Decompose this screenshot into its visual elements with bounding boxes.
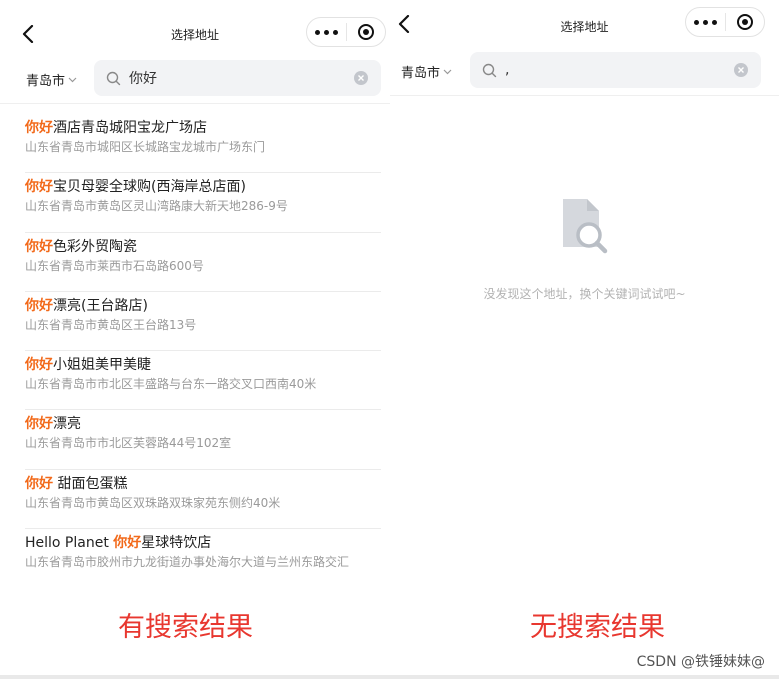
result-name: 你好漂亮(王台路店) <box>25 297 148 314</box>
keyword-highlight: 你好 <box>25 475 53 492</box>
result-name: 你好宝贝母婴全球购(西海岸总店面) <box>25 179 246 196</box>
caption-empty-results: 无搜索结果 <box>530 612 665 643</box>
keyword-highlight: 你好 <box>25 357 53 374</box>
city-label: 青岛市 <box>26 74 66 89</box>
city-label: 青岛市 <box>401 66 441 81</box>
result-name: 你好酒店青岛城阳宝龙广场店 <box>25 120 207 136</box>
result-list: 你好酒店青岛城阳宝龙广场店 山东省青岛市城阳区长城路宝龙城市广场东门 你好宝贝母… <box>25 114 381 588</box>
capsule-menu <box>306 17 386 47</box>
result-address: 山东省青岛市市北区丰盛路与台东一路交叉口西南40米 <box>25 377 317 392</box>
list-item[interactable]: 你好漂亮 山东省青岛市市北区芙蓉路44号102室 <box>25 410 381 470</box>
empty-state <box>390 195 779 261</box>
capsule-menu <box>685 7 765 37</box>
keyword-highlight: 你好 <box>25 120 53 136</box>
result-address: 山东省青岛市黄岛区双珠路双珠家苑东侧约40米 <box>25 495 281 510</box>
keyword-highlight: 你好 <box>25 238 53 255</box>
keyword-highlight: 你好 <box>113 535 142 552</box>
city-select[interactable]: 青岛市 <box>401 62 452 81</box>
list-item[interactable]: 你好酒店青岛城阳宝龙广场店 山东省青岛市城阳区长城路宝龙城市广场东门 <box>25 114 381 174</box>
result-name: 你好色彩外贸陶瓷 <box>25 238 137 255</box>
search-bar[interactable] <box>94 60 381 96</box>
result-address: 山东省青岛市黄岛区王台路13号 <box>25 317 197 332</box>
city-select[interactable]: 青岛市 <box>26 70 77 89</box>
document-search-icon <box>557 195 613 261</box>
list-item[interactable]: 你好小姐姐美甲美睫 山东省青岛市市北区丰盛路与台东一路交叉口西南40米 <box>25 351 381 411</box>
search-input[interactable] <box>129 70 329 86</box>
search-divider <box>390 95 779 96</box>
list-item[interactable]: 你好宝贝母婴全球购(西海岸总店面) 山东省青岛市黄岛区灵山湾路康大新天地286-… <box>25 173 381 233</box>
watermark: CSDN @铁锤妹妹@ <box>636 654 765 670</box>
result-name: 你好 甜面包蛋糕 <box>25 475 128 492</box>
keyword-highlight: 你好 <box>25 297 53 314</box>
panel-empty-results: 选择地址 青岛市 , 没发现这个地址，换个关键词试试吧~ <box>390 0 779 600</box>
search-icon <box>482 63 497 78</box>
caption-with-results: 有搜索结果 <box>118 612 253 643</box>
list-item[interactable]: 你好 甜面包蛋糕 山东省青岛市黄岛区双珠路双珠家苑东侧约40米 <box>25 470 381 530</box>
result-address: 山东省青岛市市北区芙蓉路44号102室 <box>25 436 232 451</box>
search-input[interactable] <box>505 62 705 78</box>
search-bar[interactable] <box>470 52 761 88</box>
list-item[interactable]: 你好漂亮(王台路店) 山东省青岛市黄岛区王台路13号 <box>25 292 381 352</box>
more-icon[interactable] <box>307 18 346 46</box>
result-name: 你好漂亮 <box>25 416 81 433</box>
keyword-highlight: 你好 <box>25 416 53 433</box>
bottom-bar <box>0 675 779 679</box>
chevron-down-icon <box>68 77 77 83</box>
list-item[interactable]: 你好色彩外贸陶瓷 山东省青岛市莱西市石岛路600号 <box>25 233 381 292</box>
navbar: 选择地址 <box>0 12 390 58</box>
target-icon[interactable] <box>347 18 385 46</box>
search-row: 青岛市 <box>390 52 779 88</box>
result-name: Hello Planet 你好星球特饮店 <box>25 535 212 552</box>
more-icon[interactable] <box>686 8 725 36</box>
search-row: 青岛市 <box>0 60 390 96</box>
result-address: 山东省青岛市黄岛区灵山湾路康大新天地286-9号 <box>25 199 288 214</box>
chevron-down-icon <box>443 69 452 75</box>
result-address: 山东省青岛市胶州市九龙街道办事处海尔大道与兰州东路交汇 <box>25 555 350 570</box>
keyword-highlight: 你好 <box>25 179 53 196</box>
clear-icon[interactable] <box>734 63 748 77</box>
search-icon <box>106 71 121 86</box>
empty-message: 没发现这个地址，换个关键词试试吧~ <box>483 287 686 301</box>
result-address: 山东省青岛市城阳区长城路宝龙城市广场东门 <box>25 140 266 154</box>
clear-icon[interactable] <box>354 71 368 85</box>
search-divider <box>0 103 390 104</box>
list-item[interactable]: Hello Planet 你好星球特饮店 山东省青岛市胶州市九龙街道办事处海尔大… <box>25 529 381 588</box>
navbar: 选择地址 <box>390 4 779 50</box>
panel-with-results: 选择地址 青岛市 你好酒店青岛城阳宝龙广场店 <box>0 0 390 600</box>
result-address: 山东省青岛市莱西市石岛路600号 <box>25 258 204 273</box>
target-icon[interactable] <box>726 8 764 36</box>
result-name: 你好小姐姐美甲美睫 <box>25 357 151 374</box>
